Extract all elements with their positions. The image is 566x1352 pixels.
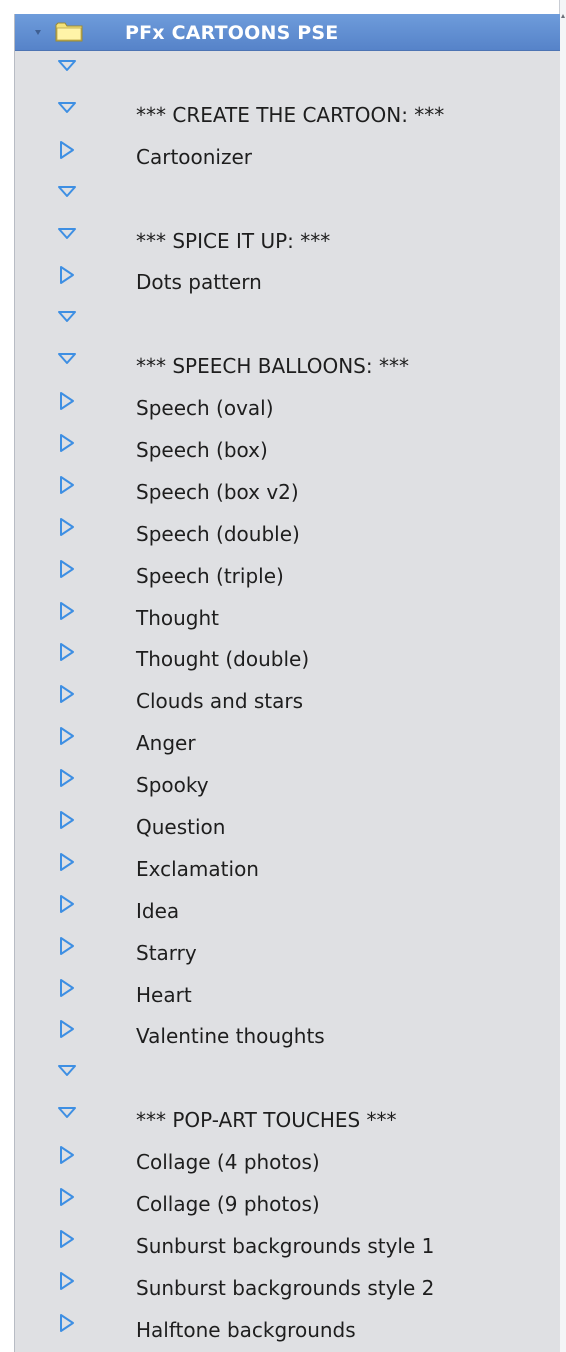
- triangle-right-icon[interactable]: [57, 852, 77, 872]
- action-item-label: Sunburst backgrounds style 1: [136, 1233, 435, 1258]
- action-item[interactable]: Valentine thoughts: [15, 1013, 560, 1055]
- triangle-down-icon[interactable]: [57, 1061, 77, 1081]
- action-item[interactable]: [15, 301, 560, 343]
- triangle-down-icon[interactable]: [57, 56, 77, 76]
- action-item-label: Speech (oval): [136, 396, 274, 421]
- triangle-right-icon[interactable]: [57, 684, 77, 704]
- scrollbar-track[interactable]: [559, 0, 566, 1352]
- action-item-label: Starry: [136, 940, 197, 965]
- action-item[interactable]: Spooky: [15, 762, 560, 804]
- triangle-right-icon[interactable]: [57, 559, 77, 579]
- triangle-right-icon[interactable]: [57, 140, 77, 160]
- action-item[interactable]: Clouds and stars: [15, 678, 560, 720]
- triangle-right-icon[interactable]: [57, 768, 77, 788]
- triangle-right-icon[interactable]: [57, 1145, 77, 1165]
- action-item[interactable]: *** SPICE IT UP: ***: [15, 218, 560, 260]
- action-item-label: Collage (4 photos): [136, 1150, 320, 1175]
- action-item[interactable]: Collage (4 photos): [15, 1139, 560, 1181]
- action-item[interactable]: Halftone backgrounds: [15, 1307, 560, 1349]
- action-item[interactable]: Dots pattern: [15, 259, 560, 301]
- action-item[interactable]: Sunburst backgrounds style 2: [15, 1265, 560, 1307]
- action-item[interactable]: Speech (double): [15, 511, 560, 553]
- action-item[interactable]: [15, 1055, 560, 1097]
- action-item-label: Idea: [136, 898, 180, 923]
- triangle-right-icon[interactable]: [57, 642, 77, 662]
- triangle-right-icon[interactable]: [57, 936, 77, 956]
- triangle-down-icon[interactable]: [57, 349, 77, 369]
- action-item[interactable]: *** SPEECH BALLOONS: ***: [15, 343, 560, 385]
- action-item-label: Heart: [136, 982, 192, 1007]
- action-item-label: Exclamation: [136, 856, 259, 881]
- action-list: *** CREATE THE CARTOON: *** Cartoonizer **…: [15, 50, 560, 1349]
- triangle-right-icon[interactable]: [57, 517, 77, 537]
- triangle-right-icon[interactable]: [57, 601, 77, 621]
- triangle-right-icon[interactable]: [57, 265, 77, 285]
- action-item[interactable]: Speech (oval): [15, 385, 560, 427]
- triangle-down-icon[interactable]: [57, 1103, 77, 1123]
- action-item-label: Clouds and stars: [136, 689, 304, 714]
- action-item-label: Speech (box v2): [136, 479, 299, 504]
- action-item[interactable]: Thought (double): [15, 636, 560, 678]
- action-item-label: Sunburst backgrounds style 2: [136, 1275, 435, 1300]
- action-item-label: Speech (double): [136, 521, 300, 546]
- triangle-down-icon[interactable]: [57, 182, 77, 202]
- triangle-right-icon[interactable]: [57, 1187, 77, 1207]
- triangle-down-icon[interactable]: [57, 98, 77, 118]
- action-item-label: Dots pattern: [136, 270, 262, 295]
- action-item-label: Speech (box): [136, 438, 268, 463]
- action-item[interactable]: Speech (box v2): [15, 469, 560, 511]
- action-item-label: Question: [136, 815, 226, 840]
- action-item[interactable]: Exclamation: [15, 846, 560, 888]
- action-item[interactable]: Anger: [15, 720, 560, 762]
- triangle-right-icon[interactable]: [57, 978, 77, 998]
- action-item[interactable]: Collage (9 photos): [15, 1181, 560, 1223]
- triangle-right-icon[interactable]: [57, 810, 77, 830]
- action-item-label: Speech (triple): [136, 563, 284, 588]
- action-item[interactable]: Cartoonizer: [15, 134, 560, 176]
- action-item[interactable]: *** POP-ART TOUCHES ***: [15, 1097, 560, 1139]
- action-item[interactable]: Idea: [15, 888, 560, 930]
- action-item-label: Collage (9 photos): [136, 1192, 320, 1217]
- action-item-label: *** CREATE THE CARTOON: ***: [136, 102, 445, 127]
- action-item-label: Valentine thoughts: [136, 1024, 325, 1049]
- triangle-right-icon[interactable]: [57, 1271, 77, 1291]
- action-item[interactable]: Thought: [15, 595, 560, 637]
- action-item[interactable]: [15, 50, 560, 92]
- action-item-label: Halftone backgrounds: [136, 1317, 356, 1342]
- action-item[interactable]: Speech (box): [15, 427, 560, 469]
- triangle-right-icon[interactable]: [57, 1019, 77, 1039]
- action-item-label: Thought: [136, 605, 220, 630]
- action-set-title: PFx CARTOONS PSE: [125, 22, 339, 44]
- triangle-right-icon[interactable]: [57, 475, 77, 495]
- scroll-up-icon[interactable]: [561, 14, 565, 18]
- action-item[interactable]: Heart: [15, 972, 560, 1014]
- triangle-right-icon[interactable]: [57, 894, 77, 914]
- action-item[interactable]: [15, 176, 560, 218]
- action-item[interactable]: Question: [15, 804, 560, 846]
- action-item-label: *** POP-ART TOUCHES ***: [136, 1108, 397, 1133]
- folder-icon: [55, 22, 83, 42]
- triangle-right-icon[interactable]: [57, 391, 77, 411]
- action-set-header[interactable]: PFx CARTOONS PSE: [15, 14, 560, 51]
- action-item-label: Cartoonizer: [136, 144, 253, 169]
- action-item-label: *** SPEECH BALLOONS: ***: [136, 354, 409, 379]
- action-item[interactable]: Starry: [15, 930, 560, 972]
- actions-panel: PFx CARTOONS PSE *** CREATE THE CARTOON:…: [14, 14, 560, 1352]
- triangle-right-icon[interactable]: [57, 1229, 77, 1249]
- triangle-right-icon[interactable]: [57, 1313, 77, 1333]
- action-item[interactable]: Sunburst backgrounds style 1: [15, 1223, 560, 1265]
- action-item[interactable]: Speech (triple): [15, 553, 560, 595]
- triangle-down-icon[interactable]: [57, 307, 77, 327]
- triangle-right-icon[interactable]: [57, 433, 77, 453]
- action-item-label: Spooky: [136, 773, 209, 798]
- action-item[interactable]: *** CREATE THE CARTOON: ***: [15, 92, 560, 134]
- action-item-label: *** SPICE IT UP: ***: [136, 228, 331, 253]
- triangle-down-icon[interactable]: [57, 224, 77, 244]
- expand-toggle-icon[interactable]: [35, 30, 41, 35]
- action-item-label: Thought (double): [136, 647, 310, 672]
- triangle-right-icon[interactable]: [57, 726, 77, 746]
- action-item-label: Anger: [136, 731, 196, 756]
